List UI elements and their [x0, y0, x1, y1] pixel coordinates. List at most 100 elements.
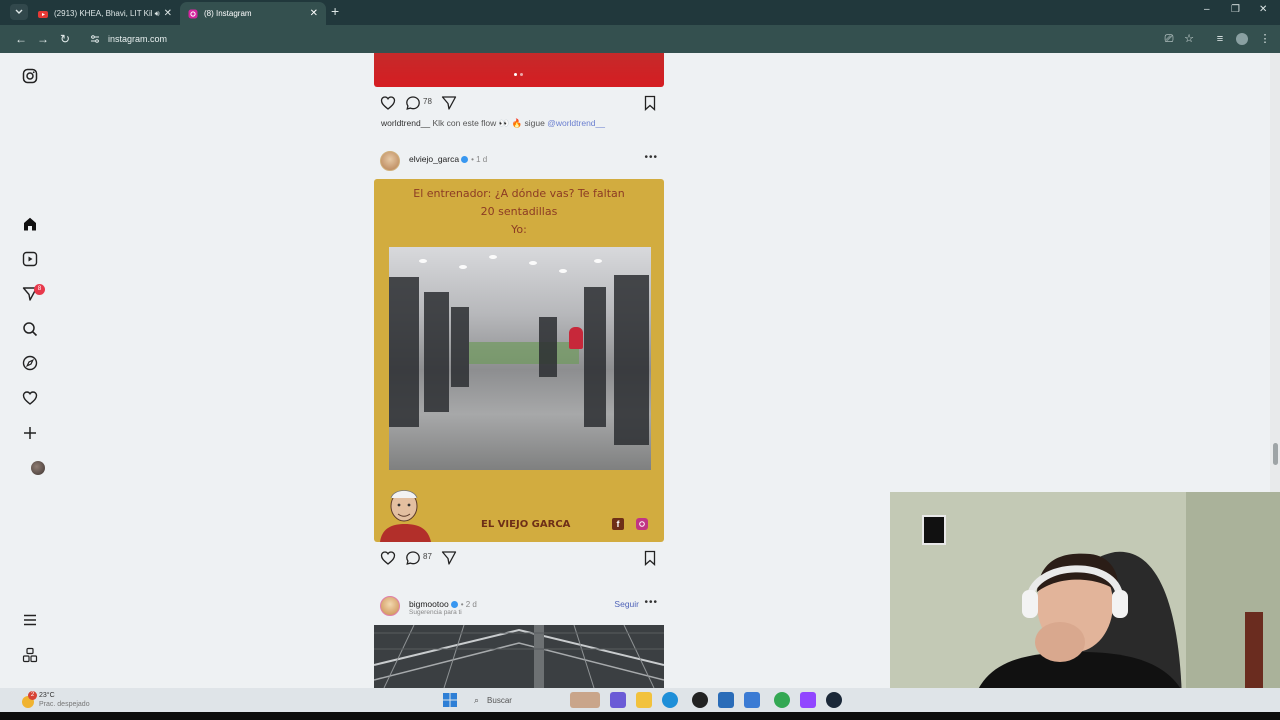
save-bookmark-icon[interactable] — [642, 95, 658, 111]
meme-line-2: 20 sentadillas — [480, 205, 558, 218]
caption-mention[interactable]: @worldtrend__ — [547, 118, 605, 128]
messages-badge: 8 — [34, 284, 45, 295]
site-settings-icon[interactable] — [90, 34, 100, 44]
facebook-icon: f — [612, 518, 624, 530]
minimize-button[interactable]: – — [1204, 4, 1210, 15]
post2-avatar[interactable] — [380, 151, 400, 171]
search-icon: ⌕ — [474, 694, 480, 705]
verified-badge-icon — [450, 601, 458, 608]
profile-icon[interactable] — [1235, 32, 1249, 46]
browser-menu-icon[interactable]: ⋮ — [1258, 32, 1272, 46]
comment-icon[interactable] — [405, 550, 421, 566]
tab-label: (8) Instagram — [204, 9, 252, 18]
speaker-icon[interactable]: 🔊︎ — [155, 9, 160, 19]
more-options-icon[interactable]: ••• — [644, 597, 658, 608]
weather-widget[interactable]: 2 23°C Prac. despejado — [20, 690, 110, 710]
search-icon[interactable] — [22, 321, 38, 337]
twitch-icon[interactable] — [800, 692, 816, 708]
forward-icon[interactable]: → — [36, 32, 50, 46]
menu-icon[interactable] — [22, 612, 38, 628]
tab-youtube[interactable]: (2913) KHEA, Bhavi, LIT Kill 🔊︎ ✕ — [30, 2, 180, 25]
plus-icon[interactable] — [22, 425, 38, 441]
comment-count: 87 — [423, 552, 432, 561]
close-tab-icon[interactable]: ✕ — [310, 8, 318, 19]
tab-search-button[interactable] — [10, 4, 28, 20]
taskbar-search[interactable]: ⌕ Buscar — [466, 691, 566, 709]
follow-button[interactable]: Seguir — [614, 599, 639, 609]
post1-caption: worldtrend__ Klk con este flow 👀 🔥 sigue… — [381, 118, 605, 129]
reload-icon[interactable]: ↻ — [58, 32, 72, 46]
file-explorer-icon[interactable] — [636, 692, 652, 708]
browser-toolbar: ← → ↻ instagram.com ⎚ ☆ ≡ ⋮ — [0, 25, 1280, 53]
address-bar[interactable]: instagram.com — [82, 29, 1157, 49]
explore-icon[interactable] — [22, 355, 38, 371]
media-control-icon[interactable]: ≡ — [1213, 32, 1227, 46]
weather-description: Prac. despejado — [39, 701, 90, 708]
verified-badge-icon — [461, 156, 469, 163]
save-bookmark-icon[interactable] — [642, 550, 658, 566]
install-app-icon[interactable]: ⎚ — [1162, 32, 1176, 46]
close-tab-icon[interactable]: ✕ — [164, 8, 172, 19]
edge-icon[interactable] — [662, 692, 678, 708]
like-heart-icon[interactable] — [380, 95, 396, 111]
task-view-icon[interactable] — [610, 692, 626, 708]
caption-username[interactable]: worldtrend__ — [381, 118, 430, 128]
post3-username-row: bigmootoo • 2 d — [409, 599, 477, 609]
instagram-icon — [188, 9, 198, 18]
home-icon[interactable] — [22, 216, 38, 232]
share-icon[interactable] — [441, 95, 457, 111]
scrollbar-thumb[interactable] — [1273, 443, 1278, 465]
post2-username-row: elviejo_garca • 1 d — [409, 154, 487, 164]
new-tab-button[interactable]: + — [331, 4, 339, 18]
meme-line-3: Yo: — [511, 223, 527, 236]
post2-username[interactable]: elviejo_garca — [409, 154, 459, 164]
reels-icon[interactable] — [22, 251, 38, 267]
old-man-logo-icon — [380, 490, 431, 542]
bookmark-star-icon[interactable]: ☆ — [1182, 32, 1196, 46]
post2-image[interactable]: El entrenador: ¿A dónde vas? Te faltan 2… — [374, 179, 664, 542]
weather-badge: 2 — [28, 691, 37, 700]
post3-username[interactable]: bigmootoo — [409, 599, 449, 609]
url-text: instagram.com — [108, 34, 168, 44]
more-options-icon[interactable]: ••• — [644, 152, 658, 163]
profile-avatar[interactable] — [31, 461, 45, 475]
post2-time: • 1 d — [471, 155, 488, 164]
share-icon[interactable] — [441, 550, 457, 566]
steam-icon[interactable] — [826, 692, 842, 708]
post3-suggestion: Sugerencia para ti — [409, 609, 462, 616]
caption-text: Klk con este flow 👀 🔥 sigue — [430, 118, 548, 128]
windows-taskbar: 2 23°C Prac. despejado ⌕ Buscar — [0, 688, 1280, 712]
chevron-down-icon — [15, 9, 23, 14]
post2-actions: 87 — [380, 549, 660, 567]
carousel-dots — [514, 73, 523, 76]
roof-structure-image — [374, 625, 664, 688]
apps-icon[interactable] — [22, 647, 38, 663]
app-icon[interactable] — [692, 692, 708, 708]
maximize-button[interactable]: ❐ — [1231, 4, 1240, 15]
tab-instagram[interactable]: (8) Instagram ✕ — [180, 2, 326, 25]
comment-count: 78 — [423, 97, 432, 106]
post1-actions: 78 — [380, 94, 660, 112]
comment-icon[interactable] — [405, 95, 421, 111]
heart-icon[interactable] — [22, 390, 38, 406]
gym-video-frame[interactable] — [389, 247, 651, 470]
post1-image[interactable] — [374, 53, 664, 87]
weather-temp: 23°C — [39, 692, 55, 699]
taskbar-widget-image[interactable] — [570, 692, 600, 708]
taskbar-search-placeholder: Buscar — [487, 695, 512, 705]
tab-label: (2913) KHEA, Bhavi, LIT Kill — [54, 9, 152, 18]
youtube-icon — [38, 10, 48, 18]
meme-brand-text: EL VIEJO GARCA — [481, 519, 571, 530]
post3-avatar[interactable] — [380, 596, 400, 616]
post3-image[interactable] — [374, 625, 664, 688]
instagram-sidebar: 8 — [8, 53, 68, 688]
mail-icon[interactable] — [744, 692, 760, 708]
like-heart-icon[interactable] — [380, 550, 396, 566]
store-icon[interactable] — [718, 692, 734, 708]
meme-line-1: El entrenador: ¿A dónde vas? Te faltan — [413, 187, 625, 200]
instagram-logo-icon[interactable] — [22, 68, 38, 84]
back-icon[interactable]: ← — [14, 32, 28, 46]
windows-start-icon[interactable] — [442, 692, 458, 708]
close-window-button[interactable]: ✕ — [1259, 4, 1267, 15]
chrome-icon[interactable] — [774, 692, 790, 708]
